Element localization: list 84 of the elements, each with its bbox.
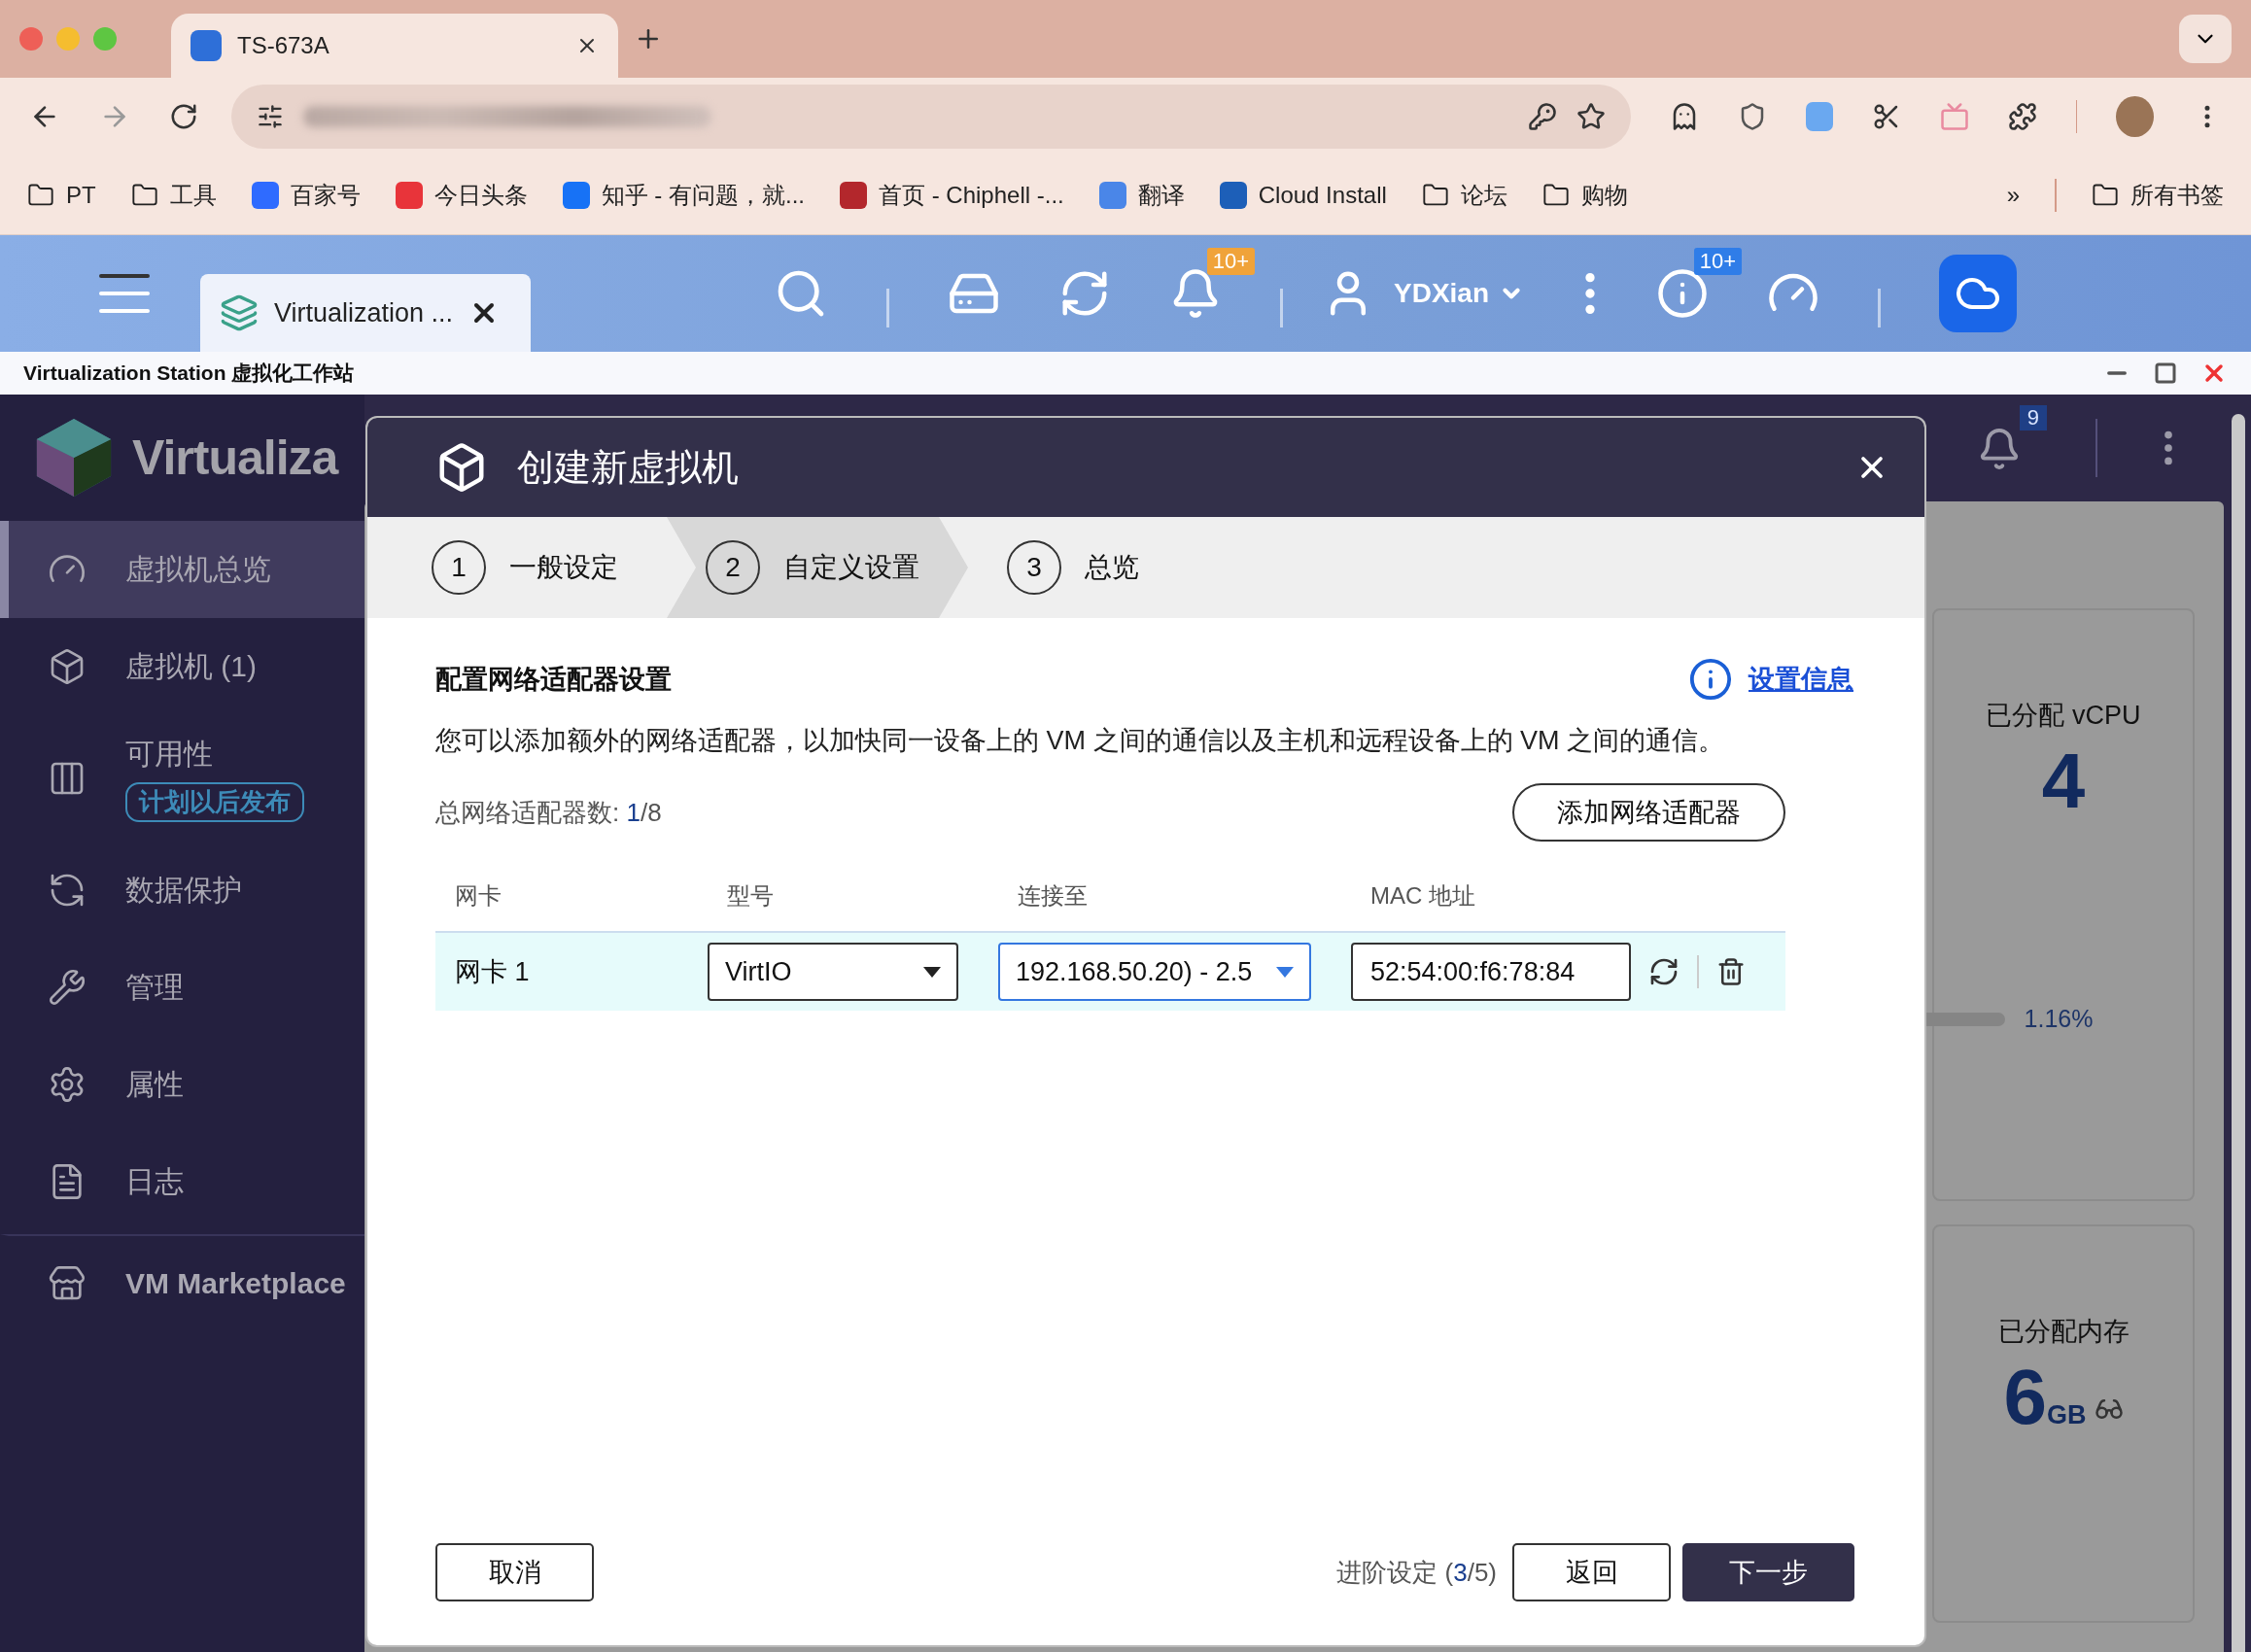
menu-icon[interactable] [97, 272, 152, 315]
model-select[interactable]: VirtIO [708, 943, 958, 1001]
table-cell: 网卡 1 [435, 933, 708, 1011]
notification-badge: 10+ [1206, 248, 1255, 275]
sidebar-item[interactable]: 可用性 计划以后发布 [0, 715, 364, 842]
card-value: 4 [2041, 738, 2086, 824]
step-number: 3 [1007, 540, 1061, 595]
bookmark[interactable]: 百家号 [251, 179, 361, 211]
step-number: 2 [706, 540, 760, 595]
app-tab[interactable]: Virtualization ... [200, 274, 531, 352]
connection-select[interactable]: 192.168.50.20) - 2.5 [998, 943, 1311, 1001]
bookmark[interactable]: 论坛 [1421, 179, 1507, 211]
avatar[interactable] [2116, 96, 2154, 137]
info-icon [1688, 657, 1733, 702]
window-title: Virtualization Station 虚拟化工作站 [23, 361, 356, 386]
usage-reading: 1.16% [2024, 1005, 2094, 1033]
scrollbar[interactable] [2232, 414, 2245, 1652]
sidebar-item[interactable]: 管理 [0, 939, 364, 1036]
browser-tab[interactable]: TS-673A [171, 14, 618, 78]
wizard-step[interactable]: 2 自定义设置 [667, 517, 968, 618]
mac-field[interactable]: 52:54:00:f6:78:84 [1351, 943, 1631, 1001]
info-icon [1656, 267, 1710, 320]
sidebar-label: 数据保护 [125, 872, 242, 908]
sidebar-label: 属性 [125, 1066, 184, 1102]
site-settings-icon[interactable] [257, 103, 284, 130]
bookmark[interactable]: 知乎 - 有问题，就... [562, 179, 805, 211]
bookmark[interactable]: 首页 - Chiphell -... [840, 179, 1064, 211]
sidebar-label: 管理 [125, 969, 184, 1005]
next-button[interactable]: 下一步 [1682, 1543, 1854, 1601]
reload-icon[interactable] [169, 102, 198, 131]
key-icon[interactable] [1528, 102, 1557, 131]
more-bookmarks[interactable]: » [2006, 181, 2020, 209]
logo-icon [35, 416, 113, 499]
tab-title: TS-673A [237, 32, 329, 59]
notification-button[interactable]: 9 [1977, 405, 2047, 471]
card-value: 6 [2003, 1354, 2047, 1440]
app-tab-label: Virtualization ... [274, 297, 454, 328]
bookmark[interactable]: 所有书签 [2092, 179, 2224, 211]
cloud-button[interactable] [1939, 255, 2018, 332]
step-number: 1 [432, 540, 486, 595]
wizard-step[interactable]: 3 总览 [968, 517, 1188, 618]
section-title: 配置网络适配器设置 [435, 664, 673, 696]
info-button[interactable]: 10+ [1656, 248, 1743, 320]
notification-count: 9 [2019, 405, 2047, 430]
sidebar-item[interactable]: 虚拟机总览 [0, 521, 364, 618]
adapter-count: 总网络适配器数: 1/8 [435, 796, 663, 829]
wizard-step[interactable]: 1 一般设定 [367, 517, 667, 618]
sidebar-label: 日志 [125, 1163, 184, 1199]
cancel-button[interactable]: 取消 [435, 1543, 594, 1601]
add-adapter-button[interactable]: 添加网络适配器 [1512, 783, 1785, 842]
info-badge: 10+ [1693, 248, 1743, 275]
dialog-title: 创建新虚拟机 [517, 445, 740, 490]
sidebar-label: 虚拟机 (1) [125, 648, 257, 684]
card-title: 已分配内存 [1997, 1316, 2130, 1348]
refresh-icon[interactable] [1648, 956, 1680, 987]
restore-icon[interactable] [2154, 361, 2177, 385]
info-link[interactable]: 设置信息 [1749, 662, 1853, 697]
app-logo-text: Virtualiza [132, 430, 338, 486]
puzzle-icon[interactable] [2007, 102, 2037, 131]
sidebar-item[interactable]: 属性 [0, 1036, 364, 1133]
star-icon[interactable] [1576, 102, 1606, 131]
sidebar-label: 可用性 [125, 737, 214, 772]
trash-icon[interactable] [1716, 957, 1746, 986]
app-icon [190, 30, 222, 61]
caret-icon [923, 966, 941, 978]
bookmark[interactable]: 工具 [130, 179, 217, 211]
sidebar-label: 虚拟机总览 [125, 551, 271, 587]
sidebar-label: VM Marketplace [125, 1267, 346, 1300]
wrench-icon [48, 968, 87, 1007]
progress-text: 进阶设定 (3/5) [1336, 1556, 1497, 1589]
caret-icon [1276, 966, 1294, 978]
bookmark[interactable]: 翻译 [1098, 179, 1185, 211]
bookmark[interactable]: 今日头条 [395, 179, 528, 211]
description: 您可以添加额外的网络适配器，以加快同一设备上的 VM 之间的通信以及主机和远程设备上的 VM 之间的通信。 [435, 725, 1725, 757]
card-unit: GB [2047, 1400, 2087, 1429]
sidebar-item[interactable]: 日志 [0, 1133, 364, 1230]
sidebar-item[interactable]: 虚拟机 (1) [0, 618, 364, 715]
back-button[interactable]: 返回 [1512, 1543, 1671, 1601]
bookmark[interactable]: 购物 [1541, 179, 1628, 211]
bookmark[interactable]: Cloud Install [1219, 181, 1387, 209]
status-badge: 计划以后发布 [125, 782, 304, 822]
sidebar-item[interactable]: 数据保护 [0, 842, 364, 939]
bookmark[interactable]: PT [27, 181, 96, 209]
card-title: 已分配 vCPU [1986, 700, 2141, 732]
